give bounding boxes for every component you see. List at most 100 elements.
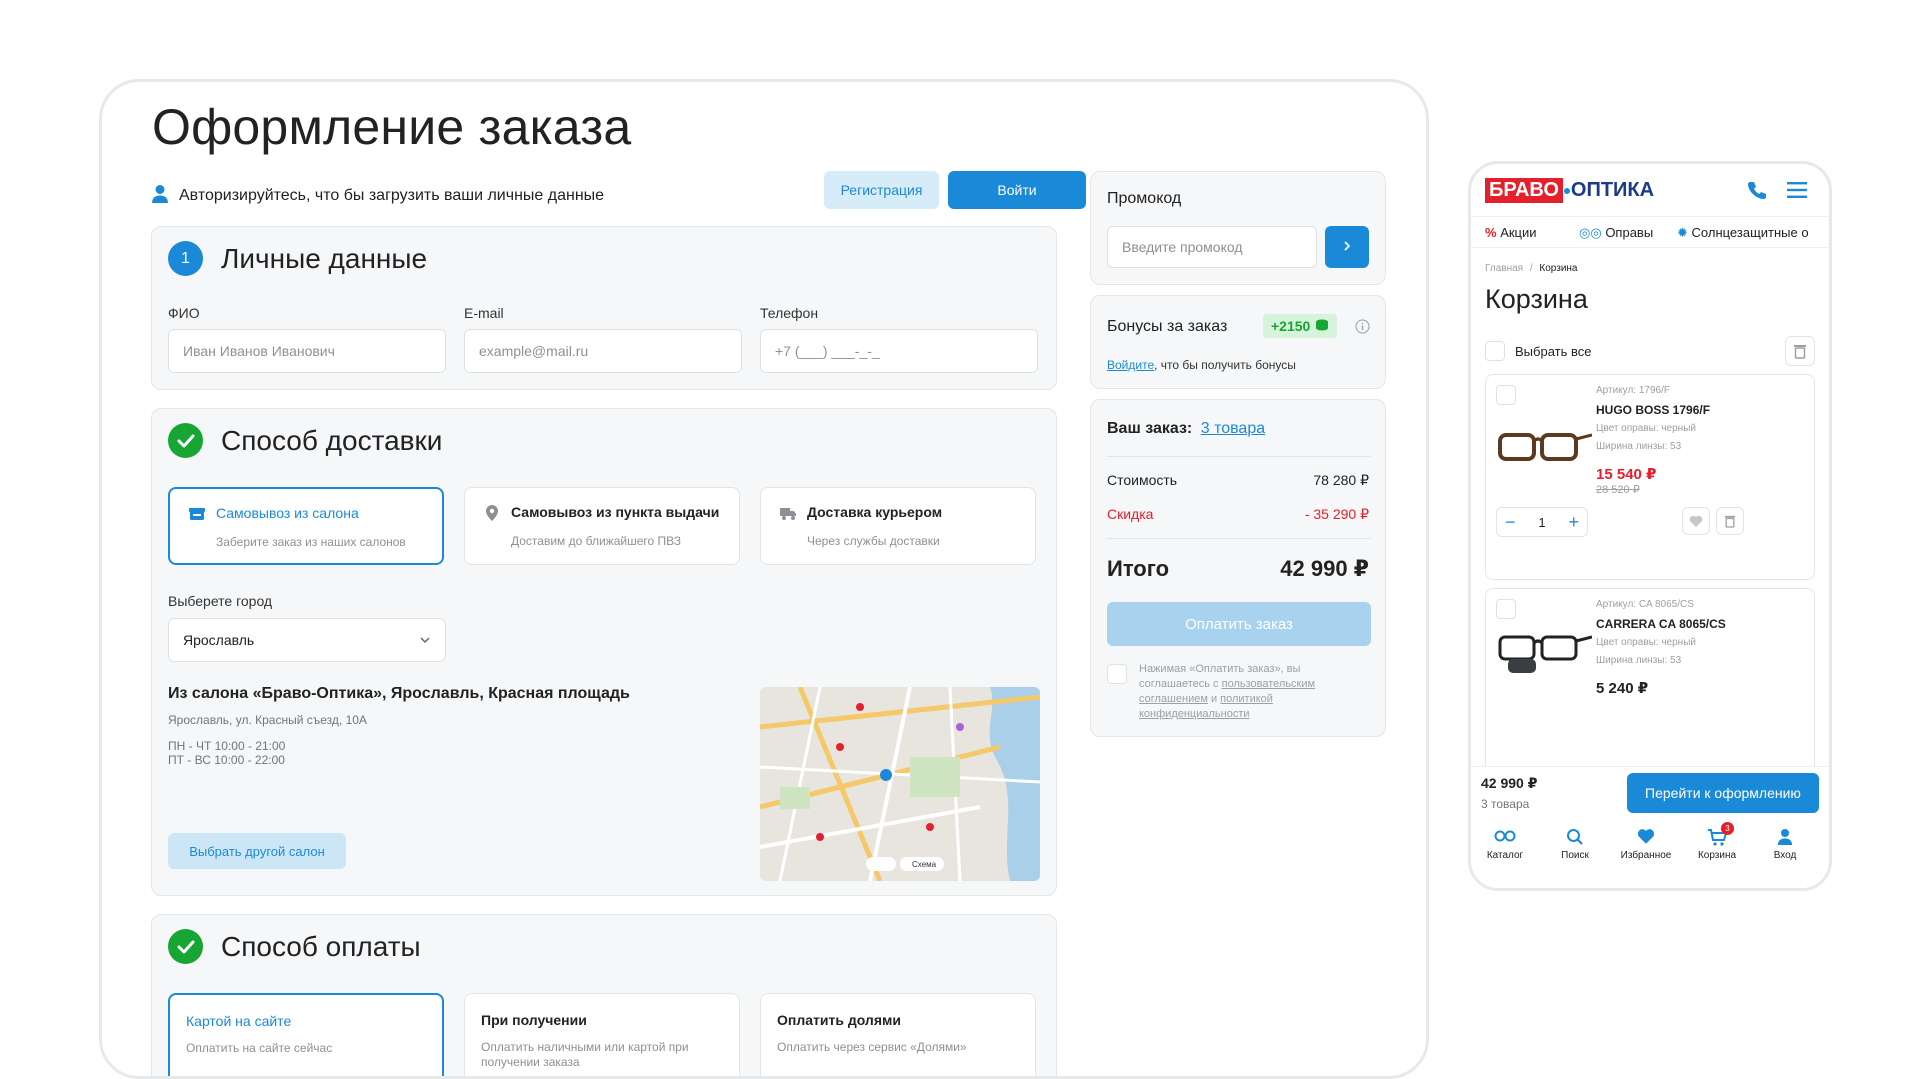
discount-value: - 35 290 ₽ xyxy=(1304,506,1369,522)
phone-input[interactable]: +7 (___) ___-_-_ xyxy=(760,329,1038,373)
option-subtitle: Через службы доставки xyxy=(807,534,940,548)
delivery-option-pickup[interactable]: Самовывоз из пункта выдачи Доставим до б… xyxy=(464,487,740,565)
delete-item-button[interactable] xyxy=(1716,507,1744,535)
phone-icon[interactable] xyxy=(1747,180,1767,205)
logo-dot xyxy=(1563,187,1570,194)
nav-item-sales[interactable]: % Акции xyxy=(1485,225,1537,240)
option-title: При получении xyxy=(481,1012,587,1028)
product-lens-width: Ширина линзы: 53 xyxy=(1596,441,1682,452)
agree-checkbox[interactable] xyxy=(1107,664,1127,684)
privacy-policy-link-2[interactable]: конфиденциальности xyxy=(1139,708,1250,720)
order-heading: Ваш заказ: 3 товара xyxy=(1107,420,1265,438)
item-checkbox[interactable] xyxy=(1496,385,1516,405)
payment-option-installments[interactable]: Оплатить долями Оплатить через сервис «Д… xyxy=(760,993,1036,1076)
tab-bar: Каталог Поиск Избранное 3 Корзина Вход xyxy=(1471,820,1829,888)
cost-label: Стоимость xyxy=(1107,472,1178,488)
fio-input[interactable]: Иван Иванов Иванович xyxy=(168,329,446,373)
tab-catalog[interactable]: Каталог xyxy=(1475,828,1535,861)
user-agreement-link[interactable]: пользовательским xyxy=(1222,678,1315,690)
menu-icon[interactable] xyxy=(1787,182,1807,203)
bonus-badge: +2150 xyxy=(1263,314,1338,338)
cart-item: Артикул: 1796/F HUGO BOSS 1796/F Цвет оп… xyxy=(1485,374,1815,580)
info-icon[interactable] xyxy=(1355,319,1370,339)
total-value: 42 990 ₽ xyxy=(1280,556,1369,581)
tab-search[interactable]: Поиск xyxy=(1545,828,1605,861)
tab-login[interactable]: Вход xyxy=(1755,828,1815,861)
promo-submit-button[interactable] xyxy=(1325,226,1369,268)
agreement-text: Нажимая «Оплатить заказ», вы соглашаетес… xyxy=(1139,662,1369,722)
privacy-policy-link[interactable]: политикой xyxy=(1220,693,1273,705)
minus-icon[interactable]: − xyxy=(1505,512,1516,533)
tab-label: Каталог xyxy=(1486,850,1524,861)
total-label: Итого xyxy=(1107,556,1170,581)
pay-order-button[interactable]: Оплатить заказ xyxy=(1107,602,1371,646)
product-name[interactable]: CARRERA CA 8065/CS xyxy=(1596,617,1726,631)
desktop-window: Оформление заказа Авторизируйтесь, что б… xyxy=(99,79,1429,1079)
nav-item-sunglasses[interactable]: ✹ Солнцезащитные о xyxy=(1677,225,1809,241)
plus-icon[interactable]: + xyxy=(1568,512,1579,533)
payment-option-on-delivery[interactable]: При получении Оплатить наличными или кар… xyxy=(464,993,740,1076)
mobile-window: БРАВО ОПТИКА % Акции ◎◎ Оправы ✹ Солнцез… xyxy=(1468,161,1832,891)
order-summary-card: Ваш заказ: 3 товара Стоимость 78 280 ₽ С… xyxy=(1090,399,1386,737)
footer-count: 3 товара xyxy=(1481,797,1530,811)
nav-label: Акции xyxy=(1500,225,1537,240)
logo-right: ОПТИКА xyxy=(1570,179,1655,201)
email-label: E-mail xyxy=(464,305,504,321)
trash-icon xyxy=(1724,515,1736,528)
breadcrumb-current: Корзина xyxy=(1539,263,1578,274)
check-icon xyxy=(168,929,203,964)
user-icon xyxy=(151,184,169,209)
item-checkbox[interactable] xyxy=(1496,599,1516,619)
section-title: Способ оплаты xyxy=(221,930,421,962)
heart-icon xyxy=(1611,828,1681,850)
section-title: Способ доставки xyxy=(221,424,443,456)
salon-hours-2: ПТ - ВС 10:00 - 22:00 xyxy=(168,753,285,767)
favorite-button[interactable] xyxy=(1682,507,1710,535)
agreement-line-1: Нажимая «Оплатить заказ», вы xyxy=(1139,663,1301,675)
delete-all-button[interactable] xyxy=(1785,336,1815,366)
payment-option-card[interactable]: Картой на сайте Оплатить на сайте сейчас xyxy=(168,993,444,1076)
bonus-card: Бонусы за заказ +2150 Войдите, что бы по… xyxy=(1090,295,1386,389)
user-agreement-link-2[interactable]: соглашением xyxy=(1139,693,1208,705)
percent-icon: % xyxy=(1485,225,1497,240)
option-subtitle: Заберите заказ из наших салонов xyxy=(216,535,406,549)
search-icon xyxy=(1545,828,1605,850)
agreement-prefix: соглашаетесь с xyxy=(1139,678,1222,690)
option-title: Доставка курьером xyxy=(807,504,943,520)
select-all-checkbox[interactable] xyxy=(1485,341,1505,361)
user-icon xyxy=(1755,828,1815,850)
checkout-button[interactable]: Перейти к оформлению xyxy=(1627,773,1819,813)
footer-total: 42 990 ₽ xyxy=(1481,775,1538,791)
product-image[interactable] xyxy=(1496,425,1593,470)
agreement-and: и xyxy=(1207,693,1221,705)
breadcrumb-separator: / xyxy=(1529,263,1533,274)
store-icon xyxy=(188,505,206,523)
order-items-link[interactable]: 3 товара xyxy=(1201,420,1265,437)
breadcrumb-home[interactable]: Главная xyxy=(1485,263,1523,274)
fio-label: ФИО xyxy=(168,305,200,321)
quantity-stepper[interactable]: − 1 + xyxy=(1496,507,1588,537)
nav-label: Солнцезащитные о xyxy=(1691,225,1809,240)
login-button[interactable]: Войти xyxy=(948,171,1086,209)
bonus-login-link[interactable]: Войдите xyxy=(1107,358,1154,372)
register-button[interactable]: Регистрация xyxy=(824,171,939,209)
order-label: Ваш заказ: xyxy=(1107,420,1193,437)
product-price: 5 240 ₽ xyxy=(1596,680,1649,697)
nav-label: Оправы xyxy=(1605,225,1654,240)
delivery-option-courier[interactable]: Доставка курьером Через службы доставки xyxy=(760,487,1036,565)
product-image[interactable] xyxy=(1496,629,1593,684)
delivery-option-salon[interactable]: Самовывоз из салона Заберите заказ из на… xyxy=(168,487,444,565)
change-salon-button[interactable]: Выбрать другой салон xyxy=(168,833,346,869)
tab-cart[interactable]: 3 Корзина xyxy=(1687,822,1747,861)
email-input[interactable]: example@mail.ru xyxy=(464,329,742,373)
city-select[interactable]: Ярославль xyxy=(168,618,446,662)
product-sku: Артикул: CA 8065/CS xyxy=(1596,599,1694,610)
promo-input[interactable]: Введите промокод xyxy=(1107,226,1317,268)
product-name[interactable]: HUGO BOSS 1796/F xyxy=(1596,403,1710,417)
tab-favorites[interactable]: Избранное xyxy=(1611,828,1681,861)
map[interactable]: Схема xyxy=(760,687,1040,881)
logo[interactable]: БРАВО ОПТИКА xyxy=(1485,178,1654,203)
option-title: Картой на сайте xyxy=(186,1013,292,1029)
nav-item-frames[interactable]: ◎◎ Оправы xyxy=(1579,225,1653,241)
sun-icon: ✹ xyxy=(1677,225,1688,240)
